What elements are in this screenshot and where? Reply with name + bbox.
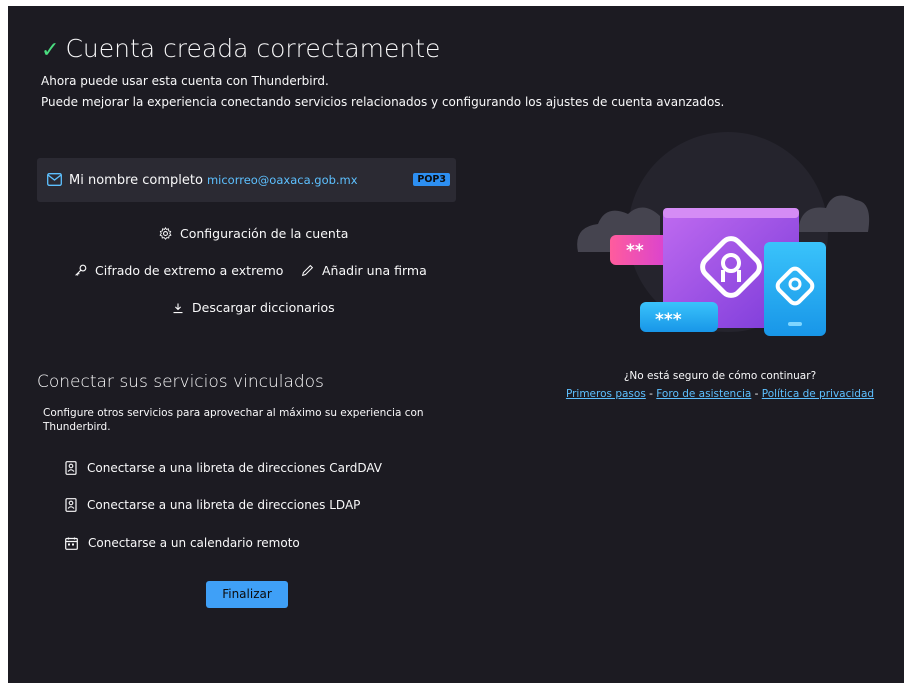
connect-services-description: Configure otros servicios para aprovecha… (43, 407, 424, 433)
account-created-page: ✓ Cuenta creada correctamente Ahora puede… (8, 6, 904, 683)
mail-account-icon (47, 173, 62, 186)
connect-ldap-label: Conectarse a una libreta de direcciones … (87, 498, 361, 512)
finish-button[interactable]: Finalizar (206, 581, 288, 608)
blue-device-button (788, 322, 802, 326)
calendar-icon (65, 537, 78, 550)
download-dictionaries-label: Descargar diccionarios (192, 300, 335, 315)
checkmark-icon: ✓ (41, 38, 60, 63)
account-settings-button[interactable]: Configuración de la cuenta (159, 226, 348, 241)
add-signature-button[interactable]: Añadir una firma (301, 263, 427, 278)
connect-calendar-button[interactable]: Conectarse a un calendario remoto (65, 536, 300, 550)
support-forum-link[interactable]: Foro de asistencia (656, 388, 751, 400)
link-separator: - (751, 388, 762, 400)
pencil-icon (301, 264, 314, 277)
connect-services-title: Conectar sus servicios vinculados (37, 372, 324, 392)
connect-calendar-label: Conectarse a un calendario remoto (88, 536, 300, 550)
account-row: Mi nombre completo micorreo@oaxaca.gob.mx… (37, 158, 456, 202)
subtitle-2: Puede mejorar la experiencia conectando … (41, 95, 725, 109)
e2ee-button[interactable]: Cifrado de extremo a extremo (74, 263, 283, 278)
privacy-policy-link[interactable]: Política de privacidad (762, 388, 874, 400)
download-dictionaries-button[interactable]: Descargar diccionarios (172, 300, 335, 315)
link-separator: - (645, 388, 657, 400)
blue-password-text: *** (655, 310, 682, 330)
help-links: Primeros pasos - Foro de asistencia - Po… (564, 388, 876, 400)
help-question: ¿No está seguro de cómo continuar? (623, 370, 817, 382)
account-settings-label: Configuración de la cuenta (180, 226, 349, 241)
account-name: Mi nombre completo (69, 173, 203, 188)
page-title: ✓ Cuenta creada correctamente (41, 34, 441, 63)
subtitle-1: Ahora puede usar esta cuenta con Thunder… (41, 74, 329, 88)
pink-password-text: ** (626, 241, 644, 261)
connect-carddav-label: Conectarse a una libreta de direcciones … (87, 461, 383, 475)
getting-started-link[interactable]: Primeros pasos (566, 388, 646, 400)
connect-carddav-button[interactable]: Conectarse a una libreta de direcciones … (65, 461, 382, 475)
account-email: micorreo@oaxaca.gob.mx (206, 173, 358, 187)
address-book-icon (65, 498, 77, 512)
connect-ldap-button[interactable]: Conectarse a una libreta de direcciones … (65, 498, 360, 512)
account-name-line: Mi nombre completo micorreo@oaxaca.gob.mx (69, 173, 358, 188)
e2ee-label: Cifrado de extremo a extremo (95, 263, 284, 278)
key-icon (75, 264, 87, 276)
add-signature-label: Añadir una firma (322, 263, 427, 278)
gear-icon (159, 227, 172, 240)
download-icon (173, 303, 183, 313)
address-book-icon (65, 461, 77, 475)
account-illustration: ** *** (577, 132, 870, 336)
account-type-badge: POP3 (413, 173, 450, 186)
purple-card-top (663, 208, 799, 218)
